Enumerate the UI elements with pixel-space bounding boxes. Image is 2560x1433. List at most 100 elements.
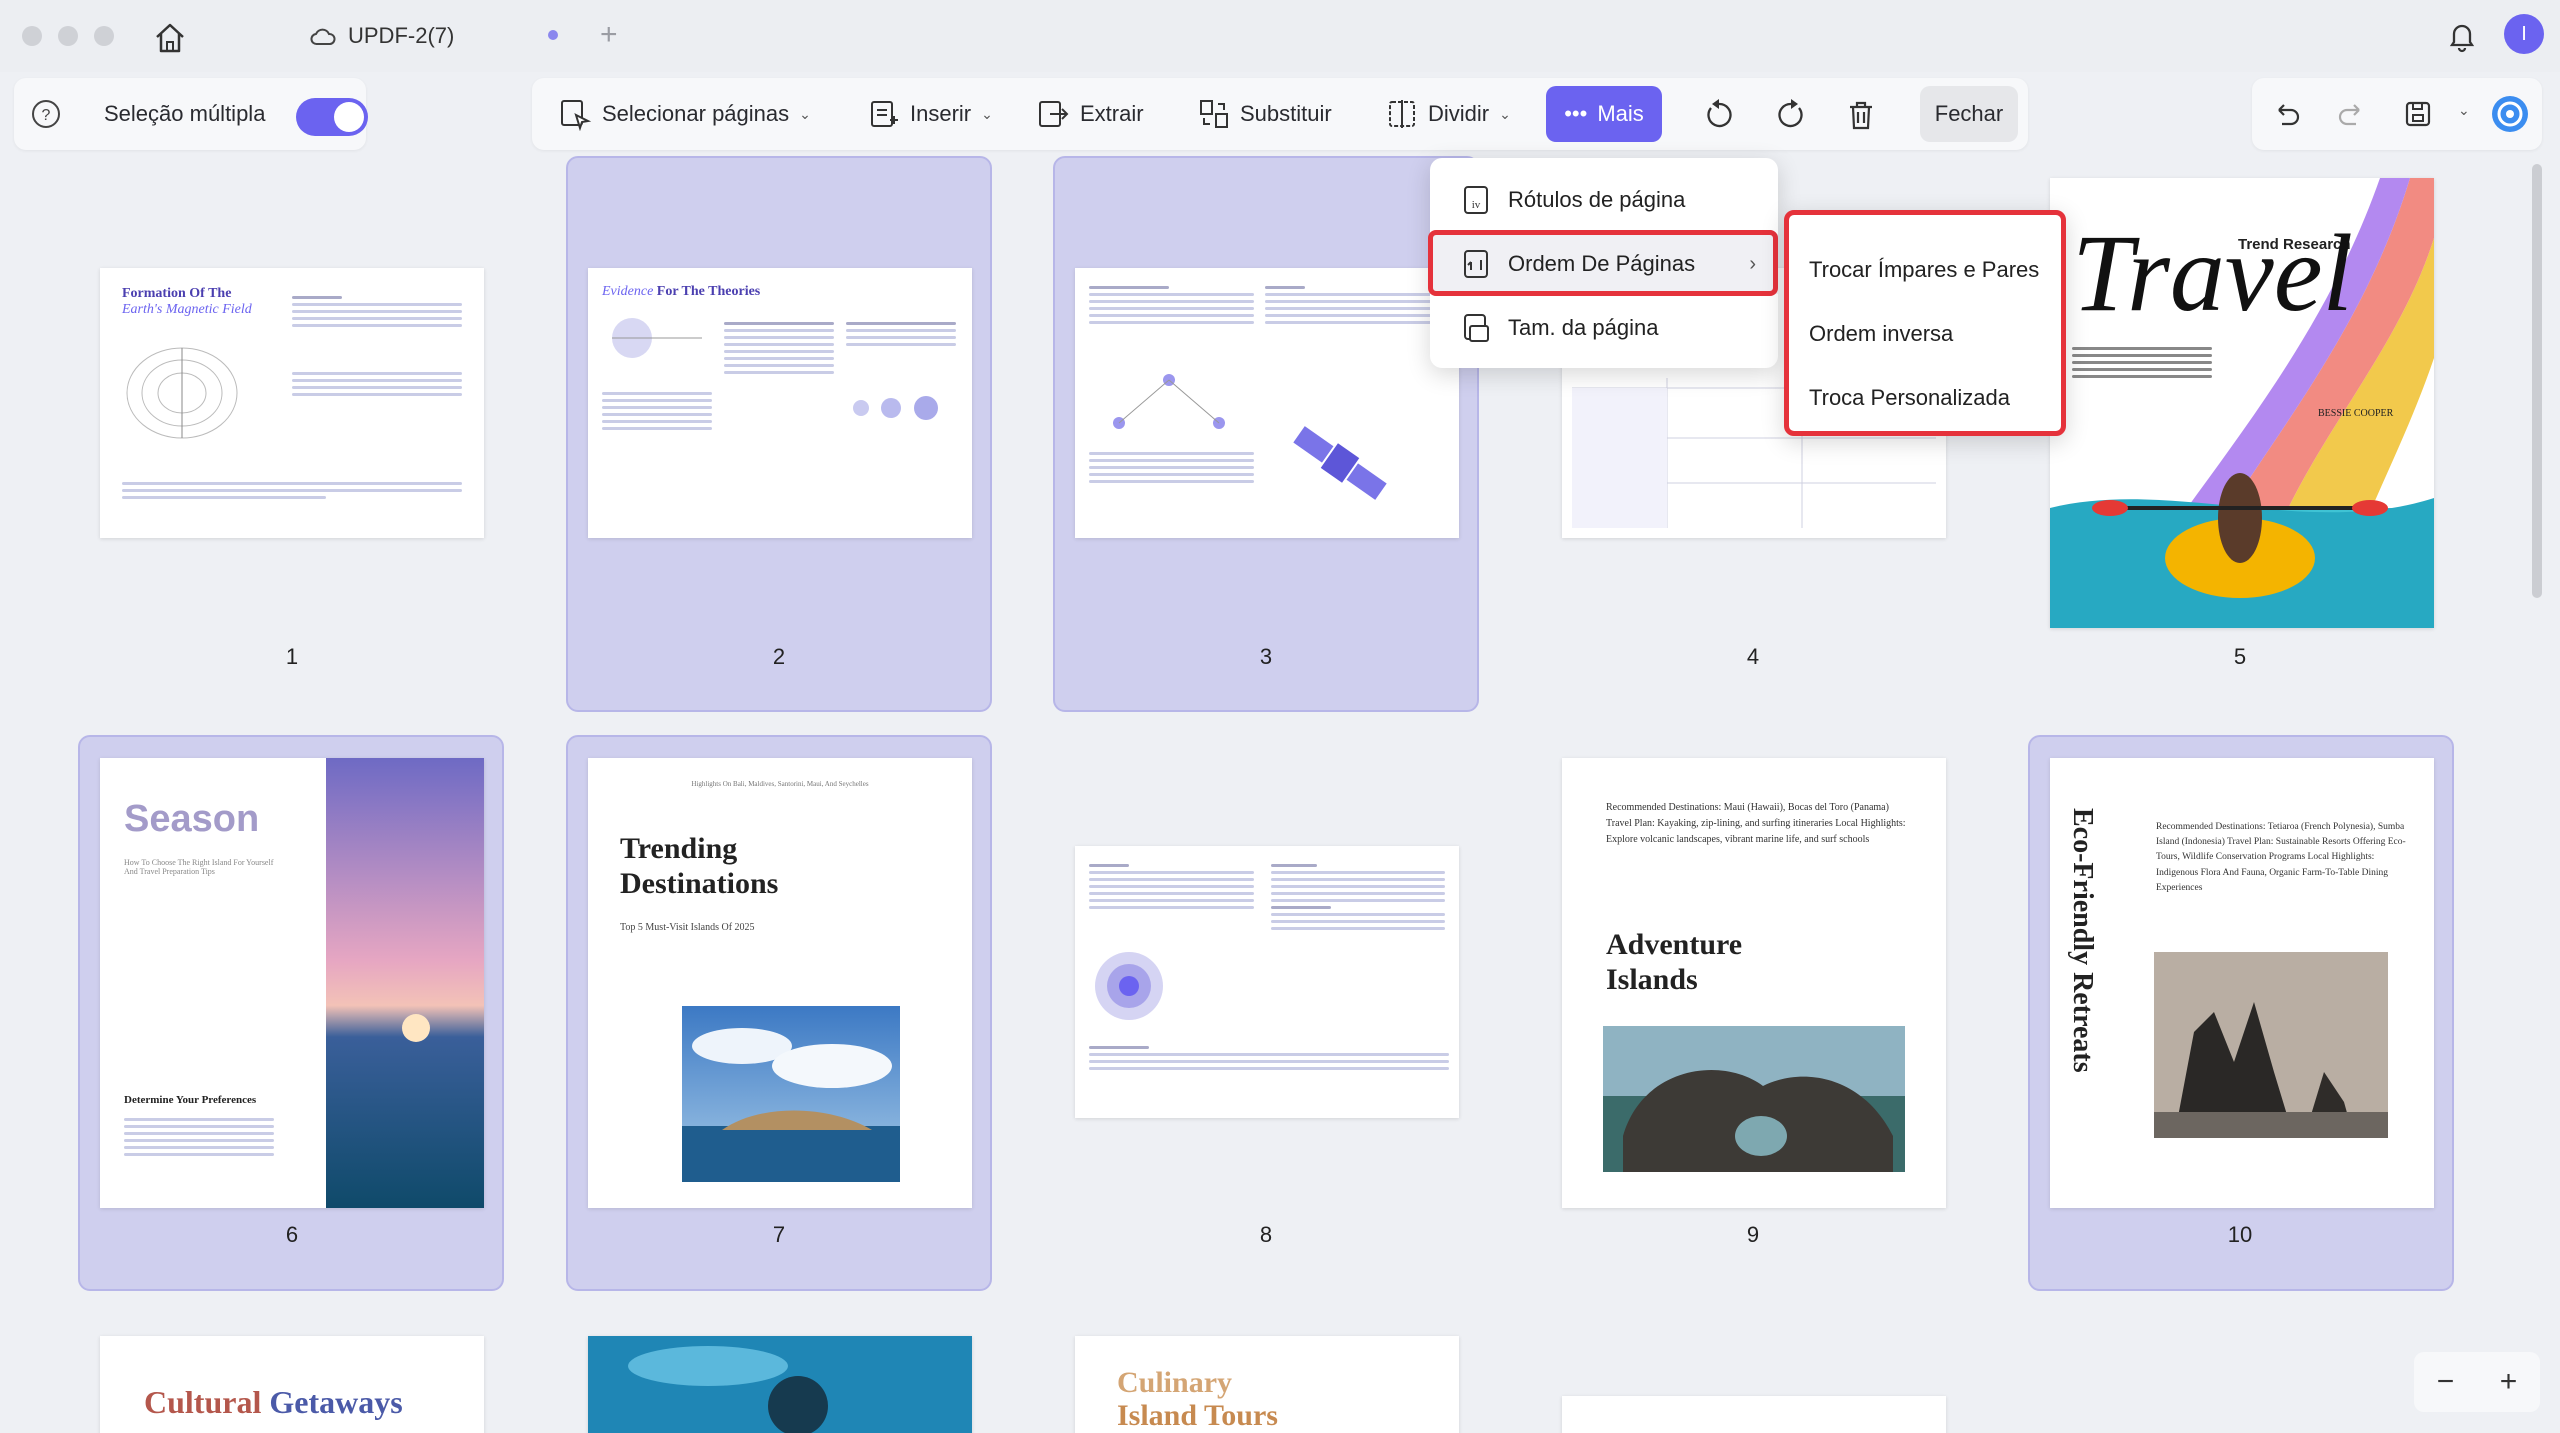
insert-button[interactable]: Inserir ⌄ (868, 78, 993, 150)
select-pages-icon (561, 100, 592, 131)
page-thumbnail-13[interactable]: Culinary Island Tours (1075, 1336, 1459, 1433)
help-icon[interactable]: ? (30, 98, 62, 130)
multi-select-bar: ? Seleção múltipla (14, 78, 368, 150)
rotate-left-icon[interactable] (1702, 98, 1736, 132)
theory-diagram (612, 318, 702, 358)
replace-label: Substituir (1240, 101, 1332, 126)
page-thumbnail-3[interactable] (1075, 268, 1459, 538)
page-7-subtitle: Top 5 Must-Visit Islands Of 2025 (620, 922, 755, 933)
page-thumbnail-11[interactable]: Cultural Getaways (100, 1336, 484, 1433)
menu-item-page-size[interactable]: Tam. da página (1430, 298, 1778, 358)
page-6-subtitle: How To Choose The Right Island For Yours… (124, 858, 274, 876)
save-icon[interactable] (2402, 98, 2434, 130)
svg-text:?: ? (42, 107, 51, 124)
page-thumbnail-5[interactable]: Trend Research Travel BESSIE COOPER (2050, 178, 2434, 628)
page-9-text: Recommended Destinations: Maui (Hawaii),… (1606, 802, 1906, 845)
document-tab[interactable]: UPDF-2(7) (310, 16, 454, 56)
page-number-1: 1 (285, 644, 299, 669)
redo-icon[interactable] (2336, 98, 2368, 130)
page-thumbnail-8[interactable] (1075, 846, 1459, 1118)
select-pages-button[interactable]: Selecionar páginas ⌄ (558, 78, 811, 150)
page-thumbnail-9[interactable]: Recommended Destinations: Maui (Hawaii),… (1562, 758, 1946, 1208)
more-dots-icon: ••• (1564, 101, 1588, 126)
chevron-down-icon: ⌄ (1499, 105, 1511, 122)
split-icon (1389, 100, 1415, 128)
document-tab-title: UPDF-2(7) (348, 23, 455, 48)
zoom-controls: − + (2414, 1352, 2540, 1412)
page-7-top: Highlights On Bali, Maldives, Santorini,… (691, 780, 869, 788)
new-tab-button[interactable]: + (600, 18, 618, 52)
submenu-reverse-order[interactable]: Ordem inversa (1809, 321, 1953, 347)
page-11-title-b: Getaways (269, 1384, 403, 1420)
split-button[interactable]: Dividir ⌄ (1386, 78, 1511, 150)
earth-layers-diagram (1095, 952, 1163, 1020)
page-size-icon (1464, 314, 1489, 342)
close-window-button[interactable] (22, 26, 42, 46)
chevron-down-icon: ⌄ (981, 105, 993, 122)
zoom-in-button[interactable]: + (2500, 1365, 2518, 1399)
page-thumbnail-12[interactable] (588, 1336, 972, 1433)
extract-icon (1039, 101, 1069, 127)
page-10-text: Recommended Destinations: Tetiaroa (Fren… (2156, 822, 2406, 893)
cloud-icon (310, 28, 336, 45)
menu-item-label: Rótulos de página (1508, 187, 1686, 212)
trash-icon[interactable] (1844, 98, 1878, 132)
page-order-submenu: Trocar Ímpares e Pares Ordem inversa Tro… (1784, 210, 2066, 436)
home-icon[interactable] (152, 20, 188, 56)
network-diagram (1113, 374, 1225, 429)
split-label: Dividir (1428, 101, 1490, 126)
vertical-scrollbar[interactable] (2532, 164, 2542, 598)
close-button[interactable]: Fechar (1920, 86, 2018, 142)
page-2-title-b: For The Theories (656, 284, 761, 299)
extract-button[interactable]: Extrair (1036, 78, 1144, 150)
page-number-10: 10 (2227, 1222, 2253, 1247)
zoom-out-button[interactable]: − (2437, 1365, 2455, 1399)
page-5-title: Travel (2072, 212, 2354, 334)
page-number-6: 6 (285, 1222, 299, 1247)
page-thumbnail-2[interactable]: Evidence For The Theories (588, 268, 972, 538)
ai-assistant-icon[interactable] (2490, 94, 2530, 134)
page-7-title: Trending Destinations (620, 832, 779, 900)
avatar[interactable]: I (2504, 14, 2544, 54)
multi-select-label: Seleção múltipla (104, 101, 266, 126)
submenu-custom-swap[interactable]: Troca Personalizada (1809, 385, 2010, 411)
sea-stacks-photo (2154, 952, 2388, 1138)
extract-label: Extrair (1080, 101, 1144, 126)
page-9-title: Adventure Islands (1606, 928, 1743, 996)
svg-text:iv: iv (1472, 199, 1481, 211)
undo-icon[interactable] (2270, 98, 2302, 130)
page-label-icon: iv (1464, 186, 1488, 214)
multi-select-toggle[interactable] (296, 98, 368, 136)
page-thumbnail-14[interactable] (1562, 1396, 1946, 1433)
insert-icon (871, 101, 898, 127)
title-bar: UPDF-2(7) + I (0, 0, 2560, 72)
page-thumbnail-7[interactable]: Highlights On Bali, Maldives, Santorini,… (588, 758, 972, 1208)
page-number-2: 2 (772, 644, 786, 669)
rock-arch-photo (1603, 1026, 1905, 1172)
zoom-window-button[interactable] (94, 26, 114, 46)
page-number-8: 8 (1259, 1222, 1273, 1247)
unsaved-dot (548, 30, 558, 40)
submenu-swap-odd-even[interactable]: Trocar Ímpares e Pares (1809, 257, 2039, 283)
page-thumbnail-1[interactable]: Formation Of The Earth's Magnetic Field (100, 268, 484, 538)
page-toolbar: Selecionar páginas ⌄ Inserir ⌄ Extrair S… (532, 78, 2028, 150)
more-button[interactable]: ••• Mais (1546, 86, 1662, 142)
page-thumbnail-6[interactable]: Season How To Choose The Right Island Fo… (100, 758, 484, 1208)
replace-button[interactable]: Substituir (1198, 78, 1332, 150)
menu-item-page-labels[interactable]: iv Rótulos de página (1430, 170, 1778, 230)
rotate-right-icon[interactable] (1774, 98, 1808, 132)
select-pages-label: Selecionar páginas (602, 101, 790, 126)
planet-row-graphic (853, 396, 938, 420)
page-5-author: BESSIE COOPER (2318, 408, 2394, 419)
minimize-window-button[interactable] (58, 26, 78, 46)
page-thumbnail-10[interactable]: Eco-Friendly Retreats Recommended Destin… (2050, 758, 2434, 1208)
bell-icon[interactable] (2444, 18, 2480, 54)
replace-icon (1200, 100, 1228, 128)
page-number-4: 4 (1746, 644, 1760, 669)
page-number-5: 5 (2233, 644, 2247, 669)
chevron-down-icon[interactable]: ⌄ (2458, 102, 2470, 119)
underwater-photo (588, 1336, 972, 1433)
page-10-vertical-title: Eco-Friendly Retreats (2067, 808, 2098, 1073)
page-6-title: Season (124, 798, 260, 840)
edit-controls: ⌄ (2252, 78, 2542, 150)
